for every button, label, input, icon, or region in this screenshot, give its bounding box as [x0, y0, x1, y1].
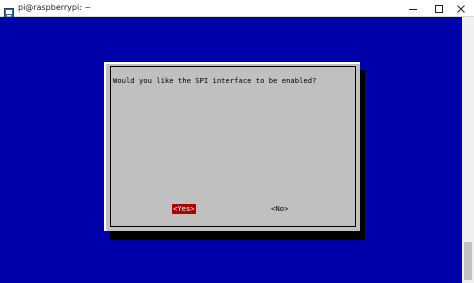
- yes-button[interactable]: <Yes>: [172, 204, 196, 214]
- minimize-icon: [409, 8, 417, 10]
- maximize-icon: [435, 4, 443, 13]
- close-icon: [457, 4, 465, 13]
- close-button[interactable]: [448, 0, 474, 17]
- scrollbar-thumb[interactable]: [464, 242, 472, 280]
- dialog-border: [110, 66, 356, 227]
- window-titlebar[interactable]: pi@raspberrypi: ~: [0, 0, 474, 18]
- no-button[interactable]: <No>: [270, 204, 289, 214]
- terminal-app-icon: [4, 3, 14, 18]
- dialog-question: Would you like the SPI interface to be e…: [113, 76, 317, 85]
- window-title: pi@raspberrypi: ~: [18, 3, 92, 12]
- minimize-button[interactable]: [400, 0, 426, 17]
- spi-dialog: [104, 62, 360, 231]
